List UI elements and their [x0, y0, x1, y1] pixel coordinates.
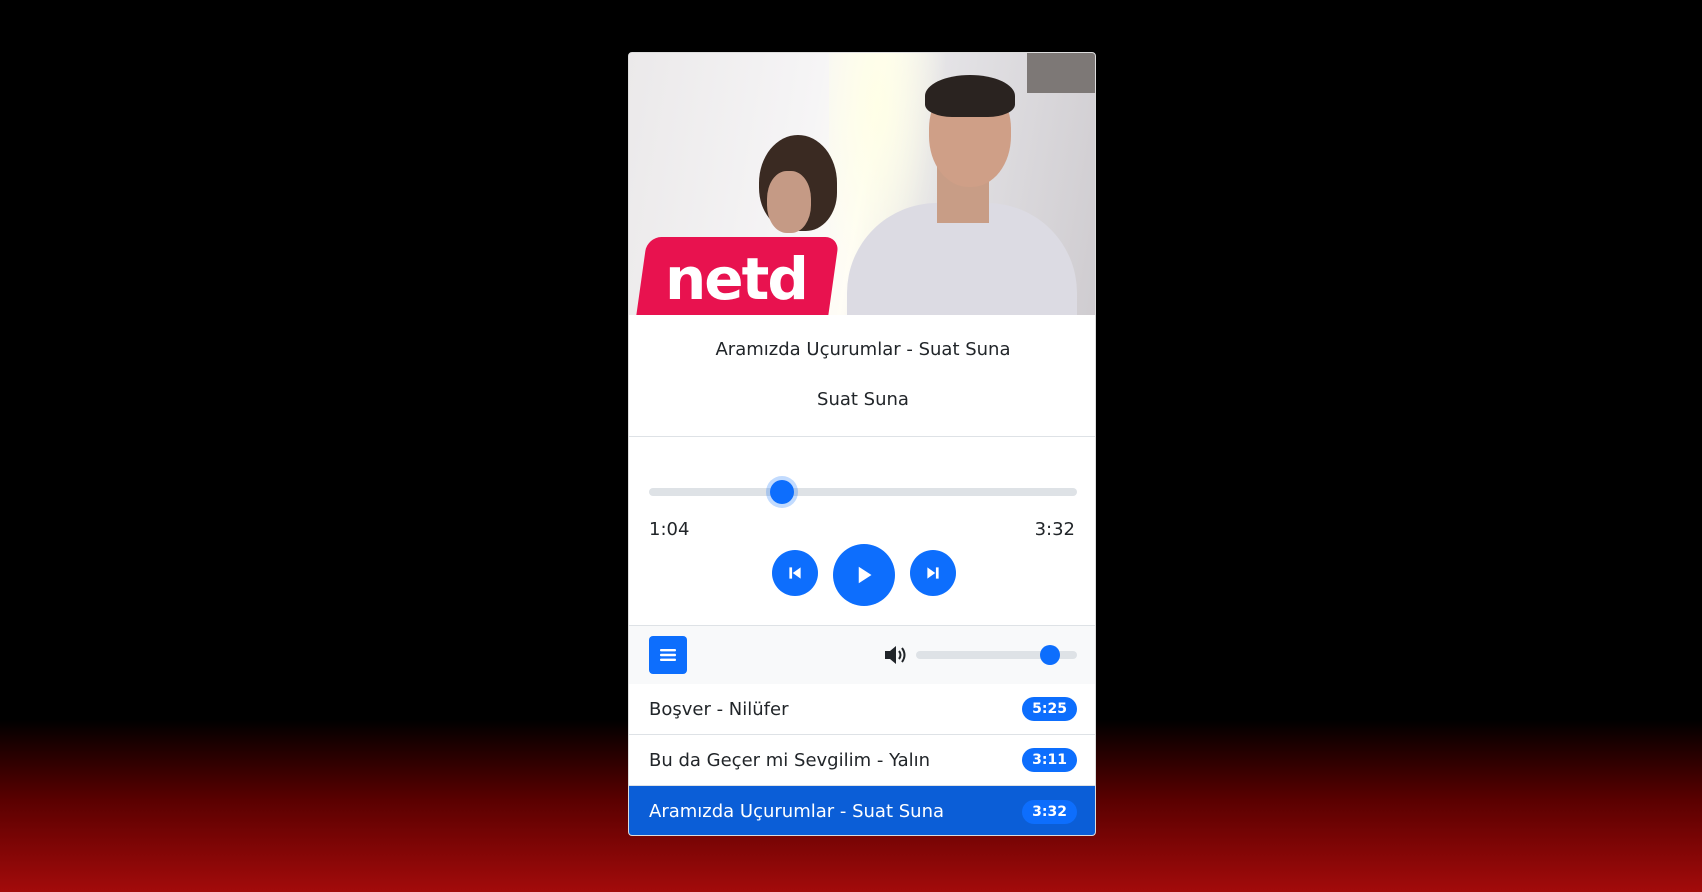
duration-badge: 3:11 — [1022, 748, 1077, 772]
skip-back-icon — [789, 567, 801, 579]
playlist-item[interactable]: Bu da Geçer mi Sevgilim - Yalın 3:11 — [629, 735, 1095, 786]
duration-badge: 5:25 — [1022, 697, 1077, 721]
next-track-button[interactable] — [910, 550, 956, 596]
netd-logo-text: netd — [665, 245, 809, 313]
duration-badge: 3:32 — [1022, 799, 1077, 824]
playlist-toggle-button[interactable] — [649, 636, 687, 674]
divider — [629, 436, 1095, 437]
seek-handle[interactable] — [769, 480, 794, 504]
seek-bar[interactable] — [649, 488, 1077, 496]
playlist-item-label: Boşver - Nilüfer — [649, 698, 789, 720]
skip-forward-icon — [927, 567, 939, 579]
album-cover: netd — [629, 53, 1095, 315]
playlist-item[interactable]: Boşver - Nilüfer 5:25 — [629, 684, 1095, 735]
player-footer — [629, 625, 1095, 684]
playlist-item[interactable]: Aramızda Uçurumlar - Suat Suna 3:32 — [629, 786, 1095, 835]
cover-background-shape — [1027, 53, 1095, 93]
playlist-item-label: Bu da Geçer mi Sevgilim - Yalın — [649, 749, 931, 771]
play-button[interactable] — [833, 544, 895, 606]
volume-handle[interactable] — [1039, 645, 1060, 665]
current-time: 1:04 — [649, 519, 690, 540]
playlist-item-label: Aramızda Uçurumlar - Suat Suna — [649, 801, 945, 822]
previous-track-button[interactable] — [772, 550, 818, 596]
track-title: Aramızda Uçurumlar - Suat Suna — [715, 339, 1011, 360]
volume-up-icon[interactable] — [883, 643, 909, 671]
playlist: Boşver - Nilüfer 5:25 Bu da Geçer mi Sev… — [629, 684, 1095, 835]
total-time: 3:32 — [1034, 519, 1075, 540]
cover-figure-hair-2 — [925, 75, 1015, 117]
music-player: netd Aramızda Uçurumlar - Suat Suna Suat… — [628, 52, 1096, 836]
list-icon — [660, 649, 676, 661]
cover-figure-face — [767, 171, 811, 233]
track-artist: Suat Suna — [817, 389, 909, 410]
play-icon — [858, 566, 872, 584]
